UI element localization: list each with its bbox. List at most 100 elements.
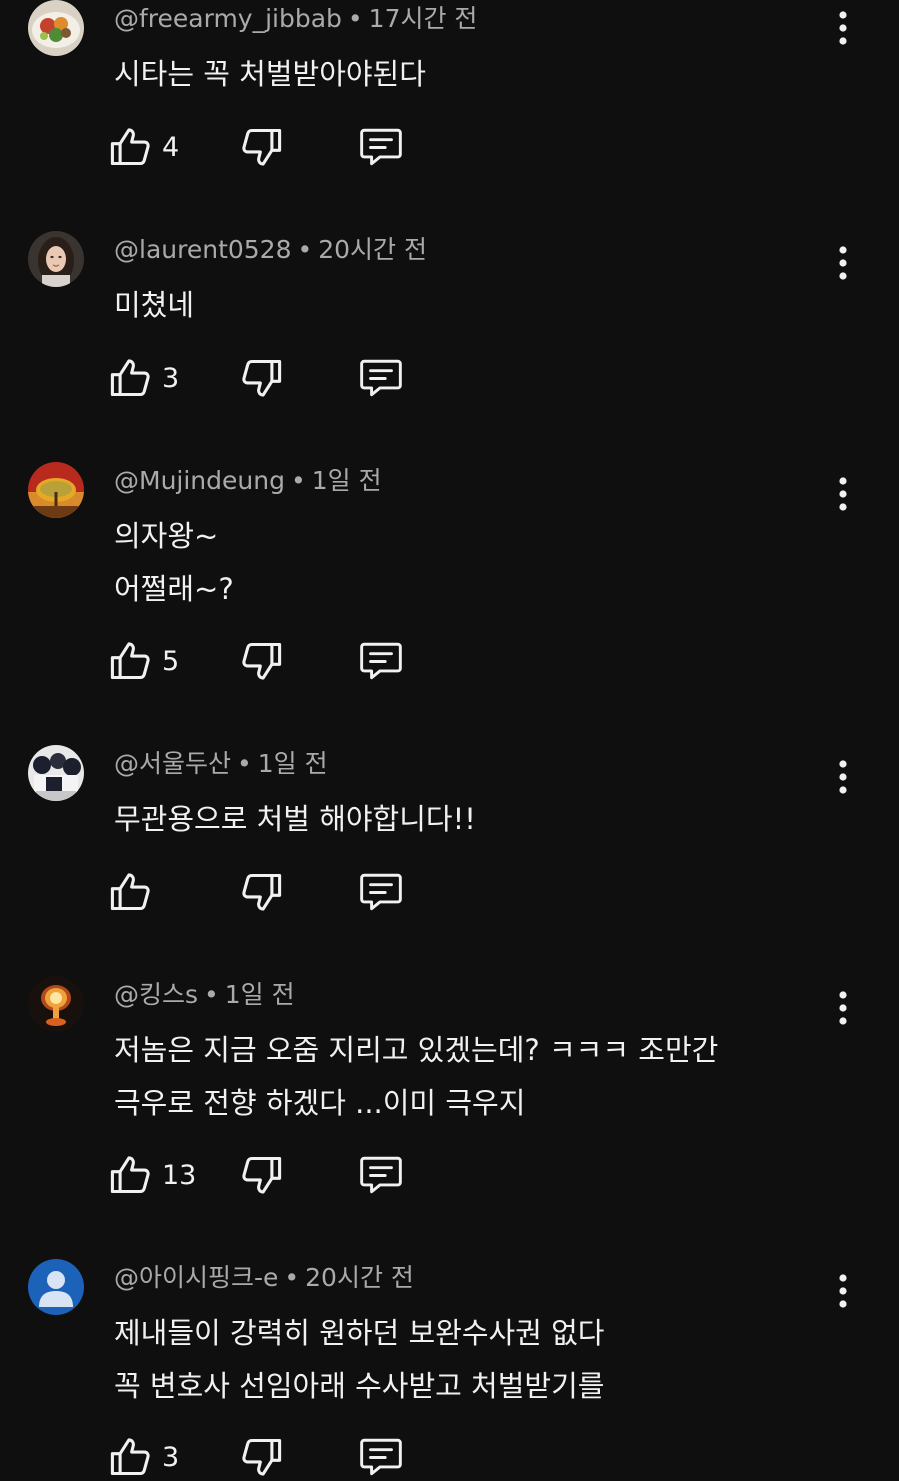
comment-reply-icon bbox=[358, 357, 404, 399]
comment-text: 의자왕~ 어쩔래~? bbox=[114, 510, 234, 616]
like-count: 13 bbox=[162, 1159, 197, 1191]
more-options-button[interactable] bbox=[826, 8, 860, 48]
comment-reply-icon bbox=[358, 640, 404, 682]
more-options-button[interactable] bbox=[826, 474, 860, 514]
comment-meta: @laurent0528 • 20시간 전 bbox=[114, 235, 427, 265]
thumbs-down-icon bbox=[240, 1153, 284, 1197]
like-count: 5 bbox=[162, 645, 180, 677]
comment-line: 미쳤네 bbox=[114, 288, 195, 322]
comment-reply-icon bbox=[358, 1154, 404, 1196]
comment-time: 1일 전 bbox=[311, 466, 382, 495]
reply-button[interactable] bbox=[358, 637, 404, 685]
more-vertical-icon bbox=[838, 477, 848, 511]
reply-button[interactable] bbox=[358, 123, 404, 171]
comment-line: 꼭 변호사 선임아래 수사받고 처벌받기를 bbox=[114, 1369, 605, 1403]
thumbs-down-icon bbox=[240, 639, 284, 683]
more-vertical-icon bbox=[838, 11, 848, 45]
more-vertical-icon bbox=[838, 760, 848, 794]
comment-text: 미쳤네 bbox=[114, 279, 194, 332]
comment-meta: @freearmy_jibbab • 17시간 전 bbox=[114, 4, 477, 34]
avatar[interactable] bbox=[28, 462, 84, 518]
more-options-button[interactable] bbox=[826, 1271, 860, 1311]
comment-time: 1일 전 bbox=[224, 980, 295, 1009]
thumbs-down-icon bbox=[240, 356, 284, 400]
comment-line: 무관용으로 처벌 해야합니다!! bbox=[114, 802, 476, 836]
like-button[interactable]: 4 bbox=[108, 123, 179, 171]
like-count: 4 bbox=[162, 131, 180, 163]
comment-text: 제내들이 강력히 원하던 보완수사권 없다 꼭 변호사 선임아래 수사받고 처벌… bbox=[114, 1307, 604, 1413]
meta-separator: • bbox=[347, 4, 363, 33]
author-handle[interactable]: @freearmy_jibbab bbox=[114, 4, 342, 33]
comment-reply-icon bbox=[358, 871, 404, 913]
comment-text: 시타는 꼭 처벌받아야된다 bbox=[114, 48, 426, 101]
avatar[interactable] bbox=[28, 1259, 84, 1315]
meta-separator: • bbox=[284, 1263, 300, 1292]
comment-meta: @아이시핑크-e • 20시간 전 bbox=[114, 1263, 414, 1293]
avatar[interactable] bbox=[28, 976, 84, 1032]
thumbs-up-icon bbox=[108, 125, 152, 169]
comment-actions: 4 bbox=[108, 123, 428, 171]
comment-actions: 13 bbox=[108, 1151, 428, 1199]
reply-button[interactable] bbox=[358, 1433, 404, 1481]
dislike-button[interactable] bbox=[240, 354, 284, 402]
dislike-button[interactable] bbox=[240, 637, 284, 685]
reply-button[interactable] bbox=[358, 868, 404, 916]
like-button[interactable] bbox=[108, 868, 162, 916]
comment-line: 극우로 전향 하겠다 ...이미 극우지 bbox=[114, 1086, 526, 1120]
dislike-button[interactable] bbox=[240, 1151, 284, 1199]
dislike-button[interactable] bbox=[240, 123, 284, 171]
comment-time: 20시간 전 bbox=[305, 1263, 414, 1292]
author-handle[interactable]: @서울두산 bbox=[114, 749, 231, 778]
comment-line: 저놈은 지금 오줌 지리고 있겠는데? ㅋㅋㅋ 조만간 bbox=[114, 1033, 719, 1067]
comment-line: 시타는 꼭 처벌받아야된다 bbox=[114, 57, 426, 91]
meta-separator: • bbox=[237, 749, 252, 778]
comment-text: 저놈은 지금 오줌 지리고 있겠는데? ㅋㅋㅋ 조만간 극우로 전향 하겠다 .… bbox=[114, 1024, 718, 1130]
like-count: 3 bbox=[162, 1441, 180, 1473]
like-button[interactable]: 13 bbox=[108, 1151, 196, 1199]
author-handle[interactable]: @laurent0528 bbox=[114, 235, 292, 264]
avatar[interactable] bbox=[28, 0, 84, 56]
comment-reply-icon bbox=[358, 1436, 404, 1478]
author-handle[interactable]: @아이시핑크-e bbox=[114, 1263, 278, 1292]
comment-meta: @킹스s • 1일 전 bbox=[114, 980, 295, 1010]
thumbs-down-icon bbox=[240, 125, 284, 169]
comments-list: @freearmy_jibbab • 17시간 전 시타는 꼭 처벌받아야된다 4 … bbox=[0, 0, 899, 1475]
dislike-button[interactable] bbox=[240, 1433, 284, 1481]
more-options-button[interactable] bbox=[826, 243, 860, 283]
like-count: 3 bbox=[162, 362, 180, 394]
comment-reply-icon bbox=[358, 126, 404, 168]
comment-line: 의자왕~ bbox=[114, 519, 219, 553]
meta-separator: • bbox=[297, 235, 313, 264]
comment-meta: @서울두산 • 1일 전 bbox=[114, 749, 328, 779]
dislike-button[interactable] bbox=[240, 868, 284, 916]
reply-button[interactable] bbox=[358, 1151, 404, 1199]
like-button[interactable]: 5 bbox=[108, 637, 179, 685]
comment-time: 17시간 전 bbox=[368, 4, 478, 33]
meta-separator: • bbox=[290, 466, 306, 495]
author-handle[interactable]: @Mujindeung bbox=[114, 466, 285, 495]
more-options-button[interactable] bbox=[826, 988, 860, 1028]
comment-text: 무관용으로 처벌 해야합니다!! bbox=[114, 793, 476, 846]
more-options-button[interactable] bbox=[826, 757, 860, 797]
comment-actions bbox=[108, 868, 428, 916]
avatar[interactable] bbox=[28, 231, 84, 287]
meta-separator: • bbox=[204, 980, 219, 1009]
thumbs-up-icon bbox=[108, 870, 152, 914]
more-vertical-icon bbox=[838, 991, 848, 1025]
comment-line: 어쩔래~? bbox=[114, 572, 234, 606]
like-button[interactable]: 3 bbox=[108, 354, 179, 402]
like-button[interactable]: 3 bbox=[108, 1433, 179, 1481]
thumbs-up-icon bbox=[108, 639, 152, 683]
thumbs-up-icon bbox=[108, 1153, 152, 1197]
comment-actions: 3 bbox=[108, 354, 428, 402]
reply-button[interactable] bbox=[358, 354, 404, 402]
comment-actions: 3 bbox=[108, 1433, 428, 1481]
author-handle[interactable]: @킹스s bbox=[114, 980, 198, 1009]
comment-meta: @Mujindeung • 1일 전 bbox=[114, 466, 382, 496]
comment-actions: 5 bbox=[108, 637, 428, 685]
avatar[interactable] bbox=[28, 745, 84, 801]
comment-time: 1일 전 bbox=[257, 749, 328, 778]
thumbs-down-icon bbox=[240, 870, 284, 914]
thumbs-up-icon bbox=[108, 1435, 152, 1479]
comment-time: 20시간 전 bbox=[318, 235, 428, 264]
